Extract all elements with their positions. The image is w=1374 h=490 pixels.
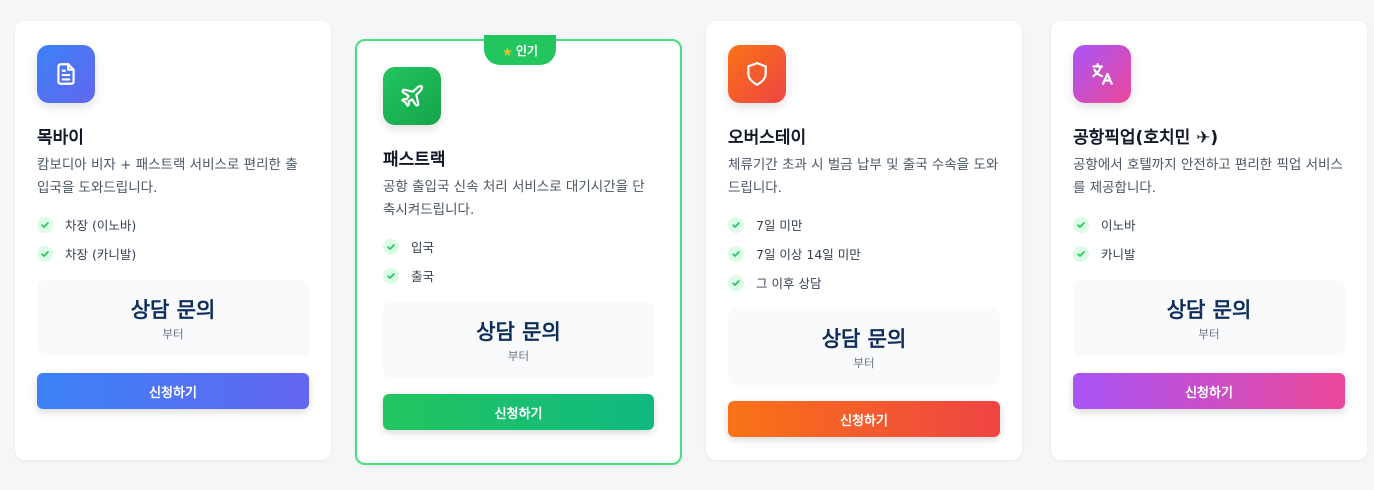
list-item: 7일 이상 14일 미만	[728, 239, 1000, 268]
feature-list: 입국 출국	[383, 232, 654, 290]
feature-list: 이노바 카니발	[1073, 210, 1345, 268]
check-circle-icon	[383, 267, 399, 284]
service-card-visa: 목바이 캄보디아 비자 + 패스트랙 서비스로 편리한 출입국을 도와드립니다.…	[15, 21, 331, 460]
list-item: 차장 (카니발)	[37, 239, 309, 268]
feature-list: 차장 (이노바) 차장 (카니발)	[37, 210, 309, 268]
check-circle-icon	[728, 245, 744, 262]
translate-icon	[1073, 45, 1131, 103]
list-item: 출국	[383, 261, 654, 290]
feature-label: 7일 미만	[756, 218, 803, 233]
check-circle-icon	[37, 216, 53, 233]
price-box: 상담 문의 부터	[37, 280, 309, 356]
list-item: 이노바	[1073, 210, 1345, 239]
price-suffix: 부터	[162, 327, 184, 341]
check-circle-icon	[383, 238, 399, 255]
card-description: 공항 출입국 신속 처리 서비스로 대기시간을 단축시켜드립니다.	[383, 179, 645, 218]
list-item: 차장 (이노바)	[37, 210, 309, 239]
apply-button[interactable]: 신청하기	[1073, 373, 1345, 409]
shield-icon	[728, 45, 786, 103]
feature-label: 이노바	[1101, 218, 1136, 233]
price-box: 상담 문의 부터	[383, 302, 654, 378]
list-item: 7일 미만	[728, 210, 1000, 239]
apply-button[interactable]: 신청하기	[37, 373, 309, 409]
price-suffix: 부터	[507, 349, 530, 363]
service-card-fasttrack: ★ 인기 패스트랙 공항 출입국 신속 처리 서비스로 대기시간을 단축시켜드립…	[355, 35, 682, 465]
airplane-icon	[383, 67, 441, 125]
price-suffix: 부터	[1198, 327, 1220, 341]
popular-badge: ★ 인기	[484, 35, 556, 65]
card-description: 공항에서 호텔까지 안전하고 편리한 픽업 서비스를 제공합니다.	[1073, 157, 1343, 196]
price-suffix: 부터	[853, 356, 875, 370]
card-title: 패스트랙	[383, 150, 446, 170]
feature-label: 입국	[411, 240, 435, 255]
card-title: 목바이	[37, 128, 84, 148]
star-icon: ★	[502, 45, 513, 59]
list-item: 카니발	[1073, 239, 1345, 268]
feature-label: 7일 이상 14일 미만	[756, 247, 861, 262]
card-description: 캄보디아 비자 + 패스트랙 서비스로 편리한 출입국을 도와드립니다.	[37, 157, 298, 196]
document-icon	[37, 45, 95, 103]
price-box: 상담 문의 부터	[1073, 280, 1345, 356]
badge-label: 인기	[515, 44, 538, 58]
card-title: 오버스테이	[728, 128, 807, 148]
check-circle-icon	[728, 216, 744, 233]
check-circle-icon	[728, 274, 744, 291]
feature-label: 그 이후 상담	[756, 276, 822, 291]
list-item: 입국	[383, 232, 654, 261]
check-circle-icon	[1073, 245, 1089, 262]
list-item: 그 이후 상담	[728, 268, 1000, 297]
apply-button[interactable]: 신청하기	[383, 394, 654, 430]
price-text: 상담 문의	[821, 327, 907, 351]
feature-label: 차장 (카니발)	[65, 247, 137, 262]
price-box: 상담 문의 부터	[728, 309, 1000, 385]
feature-label: 출국	[411, 269, 435, 284]
check-circle-icon	[37, 245, 53, 262]
feature-label: 차장 (이노바)	[65, 218, 137, 233]
price-text: 상담 문의	[476, 320, 561, 344]
card-description: 체류기간 초과 시 벌금 납부 및 출국 수속을 도와드립니다.	[728, 157, 999, 196]
feature-label: 카니발	[1101, 247, 1136, 262]
price-text: 상담 문의	[130, 298, 216, 322]
check-circle-icon	[1073, 216, 1089, 233]
price-text: 상담 문의	[1166, 298, 1252, 322]
service-card-pickup: 공항픽업(호치민 ✈) 공항에서 호텔까지 안전하고 편리한 픽업 서비스를 제…	[1051, 21, 1367, 460]
apply-button[interactable]: 신청하기	[728, 401, 1000, 437]
feature-list: 7일 미만 7일 이상 14일 미만 그 이후 상담	[728, 210, 1000, 297]
service-card-overstay: 오버스테이 체류기간 초과 시 벌금 납부 및 출국 수속을 도와드립니다. 7…	[706, 21, 1022, 460]
card-title: 공항픽업(호치민 ✈)	[1073, 128, 1219, 148]
